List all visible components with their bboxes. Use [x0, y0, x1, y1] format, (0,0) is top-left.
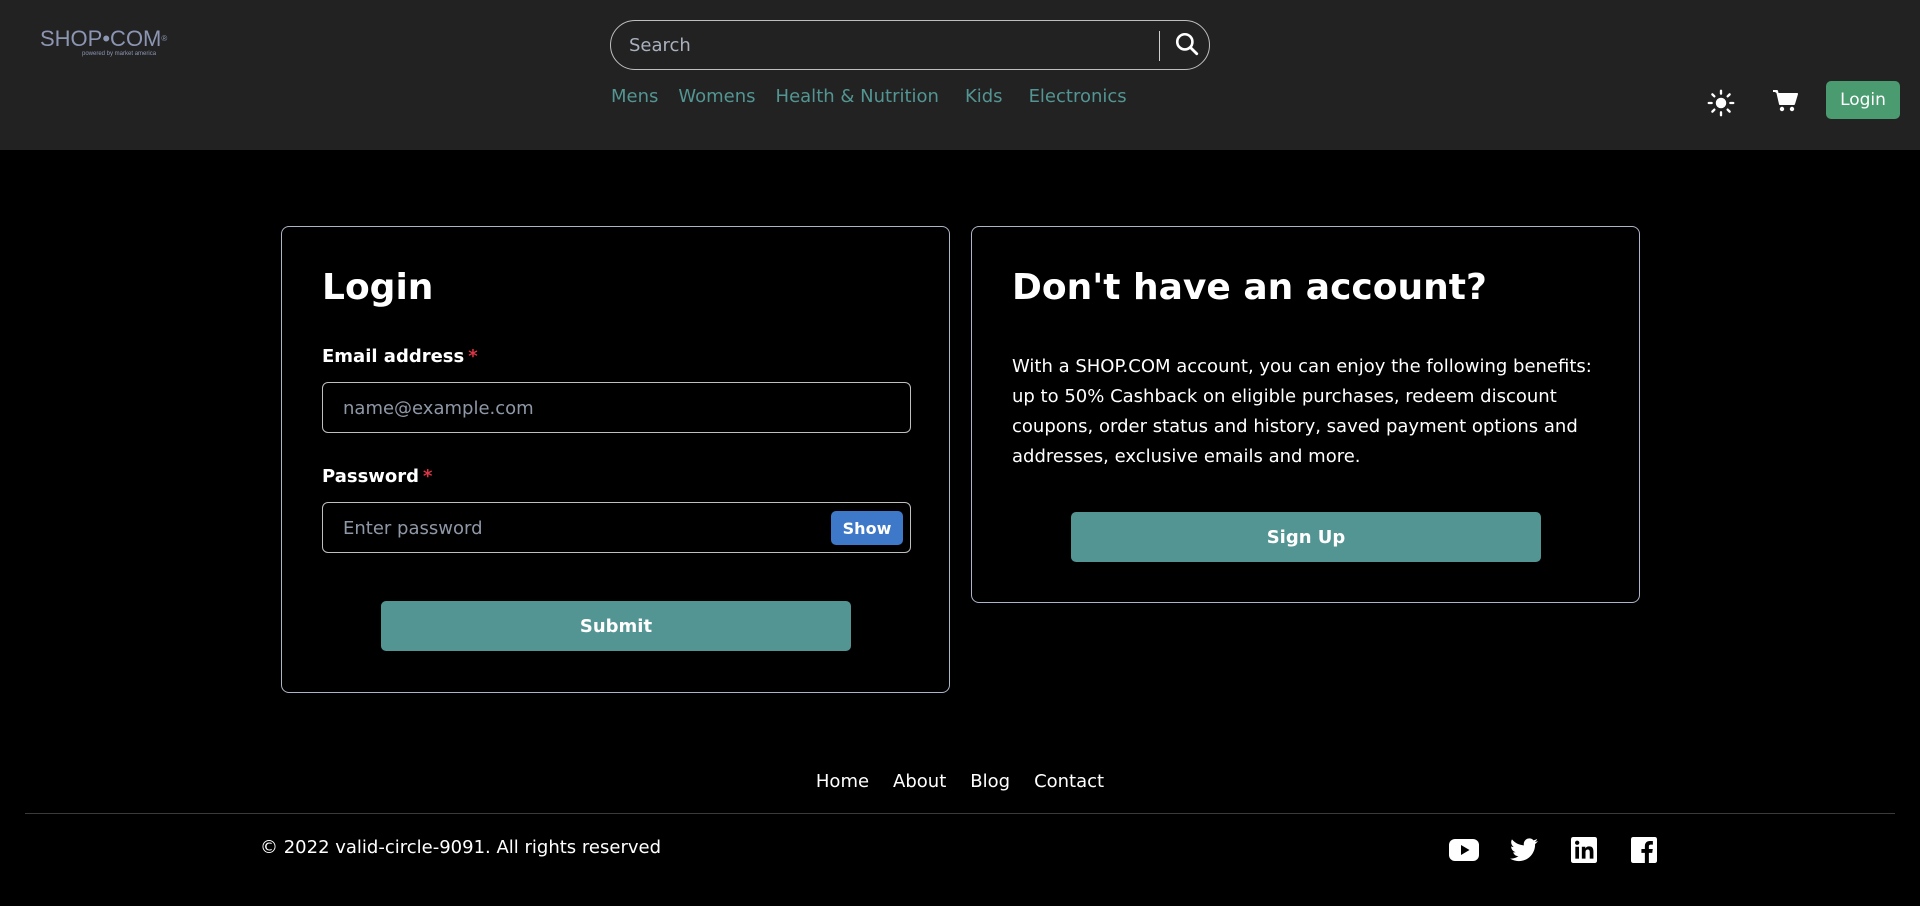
site-header: SHOP•COM® powered by market america Mens… [0, 0, 1920, 150]
submit-button[interactable]: Submit [381, 601, 851, 651]
facebook-icon [1631, 837, 1657, 863]
footer-link-blog[interactable]: Blog [970, 771, 1010, 792]
login-card: Login Email address* Password* Show Subm… [281, 226, 950, 693]
nav-link-womens[interactable]: Womens [678, 86, 755, 107]
login-title: Login [322, 267, 434, 308]
linkedin-link[interactable] [1568, 834, 1600, 866]
shop-com-logo[interactable]: SHOP•COM® powered by market america [40, 28, 170, 62]
sign-up-button[interactable]: Sign Up [1071, 512, 1541, 562]
nav-link-mens[interactable]: Mens [611, 86, 658, 107]
category-nav: Mens Womens Health & Nutrition Kids Elec… [611, 82, 1147, 110]
twitter-icon [1510, 838, 1538, 862]
password-label: Password * [322, 466, 433, 487]
search-divider [1159, 31, 1160, 61]
copyright-text: © 2022 valid-circle-9091. All rights res… [260, 837, 661, 858]
password-input[interactable] [343, 513, 803, 543]
footer-link-about[interactable]: About [893, 771, 946, 792]
cart-button[interactable] [1770, 86, 1800, 116]
cart-icon [1773, 90, 1798, 112]
show-password-button[interactable]: Show [831, 511, 903, 545]
search-bar [610, 20, 1210, 70]
footer-nav: Home About Blog Contact [0, 766, 1920, 796]
facebook-link[interactable] [1628, 834, 1660, 866]
header-login-button[interactable]: Login [1826, 81, 1900, 119]
twitter-link[interactable] [1508, 834, 1540, 866]
signup-title: Don't have an account? [1012, 267, 1487, 308]
youtube-link[interactable] [1448, 834, 1480, 866]
footer-link-contact[interactable]: Contact [1034, 771, 1104, 792]
required-marker: * [468, 346, 478, 367]
nav-link-health-nutrition[interactable]: Health & Nutrition [776, 86, 939, 107]
search-icon [1175, 32, 1199, 56]
theme-toggle-button[interactable] [1706, 88, 1736, 118]
linkedin-icon [1571, 837, 1597, 863]
email-input[interactable] [343, 393, 803, 423]
nav-link-kids[interactable]: Kids [965, 86, 1003, 107]
logo-tagline: powered by market america [82, 51, 157, 57]
email-label: Email address * [322, 346, 478, 367]
search-button[interactable] [1171, 28, 1203, 60]
password-field: Show [322, 502, 911, 553]
signup-card: Don't have an account? With a SHOP.COM a… [971, 226, 1640, 603]
signup-benefits-text: With a SHOP.COM account, you can enjoy t… [1012, 356, 1592, 467]
footer-link-home[interactable]: Home [816, 771, 869, 792]
sun-icon [1707, 89, 1735, 117]
required-marker: * [423, 466, 433, 487]
search-input[interactable] [629, 29, 1149, 61]
logo-text: SHOP•COM® [40, 26, 168, 51]
footer-divider [25, 813, 1895, 814]
email-field [322, 382, 911, 433]
youtube-icon [1449, 839, 1479, 861]
nav-link-electronics[interactable]: Electronics [1029, 86, 1127, 107]
